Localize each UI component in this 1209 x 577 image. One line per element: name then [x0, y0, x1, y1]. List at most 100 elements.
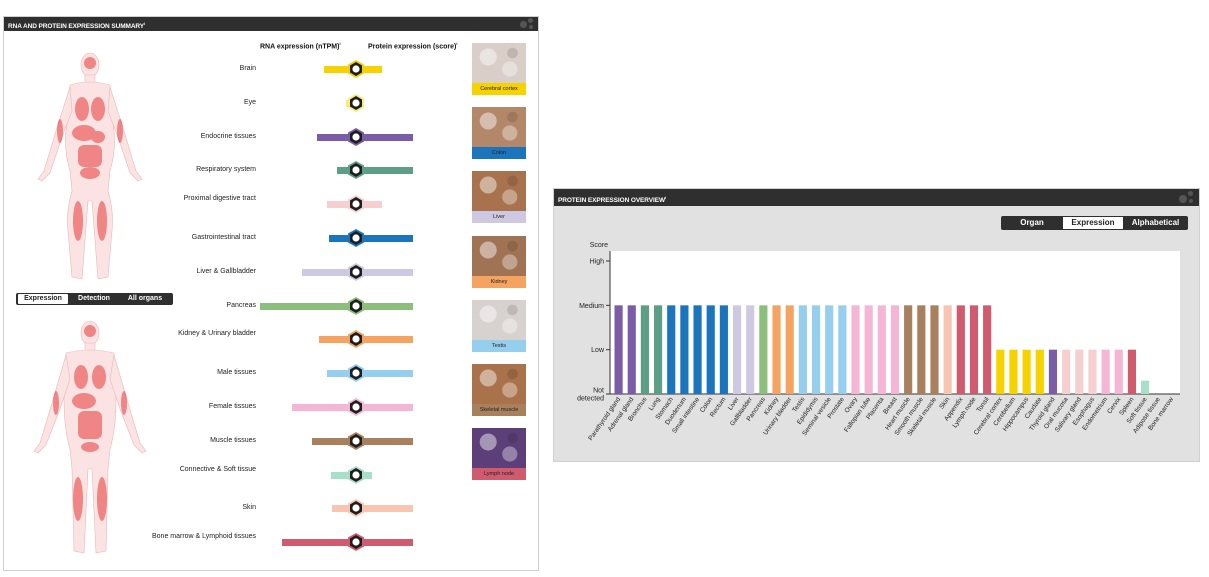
rna-expression-bar[interactable] [281, 539, 356, 547]
tissue-name[interactable]: Proximal digestive tract [106, 194, 256, 204]
eye-icon[interactable] [346, 93, 366, 113]
tissue-row[interactable]: Proximal digestive tract [4, 194, 474, 222]
chart-bar[interactable] [996, 349, 1005, 394]
tissue-row[interactable]: Eye [4, 93, 474, 121]
sort-expression[interactable]: Expression [1063, 217, 1123, 229]
tissue-name[interactable]: Muscle tissues [106, 436, 256, 446]
female-icon[interactable] [346, 397, 366, 417]
chart-bar[interactable] [640, 305, 649, 394]
chart-bar[interactable] [667, 305, 676, 394]
chart-bar[interactable] [614, 305, 623, 394]
tissue-name[interactable]: Pancreas [106, 301, 256, 311]
chart-bar[interactable] [732, 305, 742, 394]
tissue-stain-image[interactable] [472, 235, 526, 276]
tissue-name[interactable]: Skin [106, 503, 256, 513]
chart-bar[interactable] [983, 305, 992, 394]
chart-bar[interactable] [627, 305, 636, 394]
chart-bar[interactable] [653, 305, 663, 394]
male-icon[interactable] [346, 363, 366, 383]
tissue-stain-image[interactable] [472, 428, 526, 469]
chart-bar[interactable] [811, 305, 821, 394]
tissue-row[interactable]: Pancreas [4, 296, 474, 324]
tissue-stain-image[interactable] [472, 107, 526, 148]
cell-icon[interactable] [346, 465, 366, 485]
tissue-row[interactable]: Male tissues [4, 363, 474, 391]
tissue-name[interactable]: Female tissues [106, 402, 256, 412]
tissue-row[interactable]: Bone marrow & Lymphoid tissues [4, 532, 474, 560]
thyroid-icon[interactable] [346, 127, 366, 147]
tissue-stain-image[interactable] [472, 43, 526, 83]
tissue-image-thumbnail[interactable]: Cerebral cortex [472, 43, 526, 95]
chart-bar[interactable] [759, 305, 768, 394]
chart-bar[interactable] [1114, 349, 1123, 394]
kidney-icon[interactable] [346, 329, 366, 349]
chart-bar[interactable] [956, 305, 965, 394]
chart-bar[interactable] [917, 305, 926, 394]
chart-bar[interactable] [1009, 349, 1018, 394]
summary-info-icon[interactable]: i [144, 21, 145, 26]
protein-info-icon[interactable]: i [456, 41, 457, 46]
tissue-row[interactable]: Kidney & Urinary bladder [4, 329, 474, 357]
chart-bar[interactable] [772, 305, 781, 394]
chart-bar[interactable] [969, 305, 979, 394]
chart-bar[interactable] [1022, 349, 1031, 394]
chart-bar[interactable] [1035, 349, 1044, 394]
chart-bar[interactable] [1101, 349, 1110, 394]
tissue-stain-image[interactable] [472, 364, 526, 404]
tissue-row[interactable]: Brain [4, 59, 474, 87]
tissue-name[interactable]: Kidney & Urinary bladder [106, 329, 256, 339]
rna-info-icon[interactable]: i [339, 41, 340, 46]
chart-bar[interactable] [706, 305, 715, 394]
chart-bar[interactable] [1075, 349, 1084, 394]
sort-organ[interactable]: Organ [1003, 217, 1061, 229]
chart-bar[interactable] [1127, 349, 1137, 394]
skin-icon[interactable] [346, 498, 366, 518]
chart-bar[interactable] [890, 305, 900, 394]
chart-bar[interactable] [825, 305, 834, 394]
tissue-row[interactable]: Connective & Soft tissue [4, 465, 474, 493]
chart-bar[interactable] [693, 305, 702, 394]
tissue-name[interactable]: Endocrine tissues [106, 132, 256, 142]
tissue-row[interactable]: Muscle tissues [4, 431, 474, 459]
tissue-row[interactable]: Liver & Gallbladder [4, 262, 474, 290]
liver-icon[interactable] [346, 262, 366, 282]
tissue-name[interactable]: Eye [106, 98, 256, 108]
tissue-row[interactable]: Skin [4, 498, 474, 526]
tissue-name[interactable]: Male tissues [106, 368, 256, 378]
tissue-name[interactable]: Respiratory system [106, 165, 256, 175]
lymph-icon[interactable] [346, 532, 366, 552]
chart-bar[interactable] [785, 305, 794, 394]
chart-bar[interactable] [877, 305, 886, 394]
chart-bar[interactable] [851, 305, 860, 394]
stomach-icon[interactable] [346, 228, 366, 248]
tissue-stain-image[interactable] [472, 299, 526, 340]
tissue-image-thumbnail[interactable]: Colon [472, 107, 526, 160]
chart-bar[interactable] [930, 305, 939, 394]
chart-bar[interactable] [680, 305, 689, 394]
muscle-icon[interactable] [346, 431, 366, 451]
chart-bar[interactable] [1088, 349, 1097, 394]
chart-bar[interactable] [746, 305, 755, 394]
tissue-name[interactable]: Bone marrow & Lymphoid tissues [106, 532, 256, 542]
chart-bar[interactable] [864, 305, 873, 394]
brain-icon[interactable] [346, 59, 366, 79]
tissue-image-thumbnail[interactable]: Liver [472, 171, 526, 224]
chart-bar[interactable] [1141, 380, 1150, 394]
mouth-icon[interactable] [346, 194, 366, 214]
chart-bar[interactable] [798, 305, 807, 394]
chart-bar[interactable] [904, 305, 913, 394]
overview-info-icon[interactable]: i [665, 195, 666, 200]
tissue-name[interactable]: Liver & Gallbladder [106, 267, 256, 277]
lung-icon[interactable] [346, 160, 366, 180]
tissue-image-thumbnail[interactable]: Lymph node [472, 428, 526, 481]
tissue-row[interactable]: Endocrine tissues [4, 127, 474, 155]
chart-bar[interactable] [943, 305, 952, 394]
tissue-name[interactable]: Brain [106, 64, 256, 74]
tissue-row[interactable]: Female tissues [4, 397, 474, 425]
tissue-image-thumbnail[interactable]: Skeletal muscle [472, 364, 526, 416]
tissue-image-thumbnail[interactable]: Kidney [472, 235, 526, 288]
tissue-image-thumbnail[interactable]: Testis [472, 299, 526, 352]
tissue-row[interactable]: Respiratory system [4, 160, 474, 188]
chart-bar[interactable] [838, 305, 847, 394]
tissue-row[interactable]: Gastrointestinal tract [4, 228, 474, 256]
